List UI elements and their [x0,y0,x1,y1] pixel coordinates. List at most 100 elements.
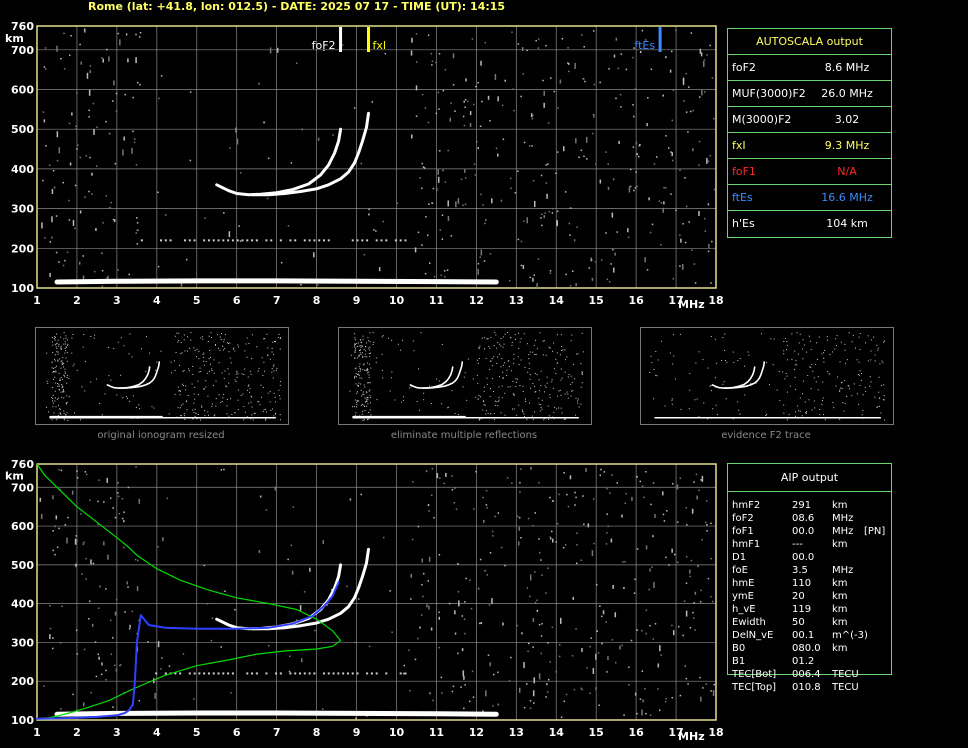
thumbnail-dot [369,341,371,343]
thumbnail-dot [221,372,223,374]
thumbnail-dot [504,414,506,416]
thumbnail-dot [349,390,351,392]
thumbnail-dot [59,412,61,414]
thumbnail-dot [275,401,277,403]
thumbnail-dot [529,374,531,376]
noise-dot [680,238,682,243]
noise-dot [641,670,644,672]
noise-dot [66,537,68,544]
noise-dot [68,219,71,221]
thumbnail-dot [60,376,62,378]
thumbnail-dot [878,391,880,393]
noise-dot [663,520,666,522]
thumbnail-dot [494,332,496,334]
noise-dot [464,684,466,686]
echo-dot [160,239,163,242]
thumbnail-dot [183,413,185,415]
thumbnail-dot [362,419,364,421]
thumbnail-dot [354,337,356,339]
thumbnail-dot [501,358,503,360]
thumbnail-dot [839,390,841,392]
thumbnail-dot [503,343,505,345]
y-tick-label: 400 [11,598,34,611]
noise-dot [694,282,697,284]
thumbnail-dot [457,413,459,415]
thumbnail-dot [223,393,225,395]
thumbnail-dot [173,360,175,362]
thumbnail-dot [508,360,510,362]
noise-dot [685,111,688,113]
noise-dot [97,653,100,656]
noise-dot [71,112,73,116]
thumbnail-dot [671,398,673,400]
noise-dot [354,641,356,644]
noise-dot [687,683,689,685]
noise-dot [599,605,601,607]
noise-dot [189,91,192,93]
thumbnail-dot [478,357,480,359]
thumbnail-dot [703,402,705,404]
noise-dot [534,512,536,514]
thumbnail-dot [363,419,365,421]
noise-dot [457,562,459,565]
thumbnail-dot [237,344,239,346]
noise-dot [556,522,559,525]
thumbnail-dot [488,345,490,347]
thumbnail-dot [58,343,60,345]
noise-dot [295,62,298,64]
thumbnail-dot [484,348,486,350]
noise-dot [443,482,445,485]
noise-dot [523,662,525,669]
thumbnail-no-multiples [338,327,592,425]
noise-dot [511,482,513,484]
thumbnail-dot [278,333,280,335]
noise-dot [274,486,276,491]
noise-dot [710,282,712,284]
aip-row-unit: MHz [832,565,854,576]
noise-dot [137,81,139,84]
noise-dot [96,126,98,128]
noise-dot [532,180,535,182]
thumbnail-dot [788,414,790,416]
thumbnail-dot [223,339,225,341]
thumbnail-dot [543,419,545,421]
noise-dot [378,267,381,272]
echo-dot [327,239,330,242]
aip-row-value: 00.0 [792,552,815,563]
noise-dot [437,176,440,183]
thumbnail-dot [814,407,816,409]
noise-dot [42,111,45,113]
noise-dot [123,136,125,141]
noise-dot [56,159,59,162]
thumbnail-dot [482,401,484,403]
noise-dot [516,624,518,627]
noise-dot [518,526,521,531]
x-tick-label: 3 [113,294,121,307]
noise-dot [160,75,163,77]
thumbnail-dot [577,402,579,404]
thumbnail-dot [61,397,63,399]
thumbnail-dot [413,350,415,352]
thumbnail-dot [655,374,657,376]
noise-dot [710,595,712,598]
echo-dot [207,239,210,242]
noise-dot [63,68,66,70]
thumbnail-dot [478,395,480,397]
noise-dot [580,149,583,152]
thumbnail-dot [248,384,250,386]
thumbnail-dot [357,342,359,344]
thumbnail-dot [84,361,86,363]
noise-dot [665,556,667,559]
thumbnail-dot [877,406,879,408]
thumbnail-dot [168,413,170,415]
thumbnail-speckle [649,332,886,421]
thumbnail-dot [479,396,481,398]
thumbnail-dot [552,350,554,352]
echo-dot [265,239,268,242]
noise-dot [480,622,483,625]
aip-row-name: hmE [732,578,755,589]
echo-dot [366,239,369,242]
thumbnail-dot [226,398,228,400]
thumbnail-dot [416,400,418,402]
thumbnail-dot [354,344,356,346]
